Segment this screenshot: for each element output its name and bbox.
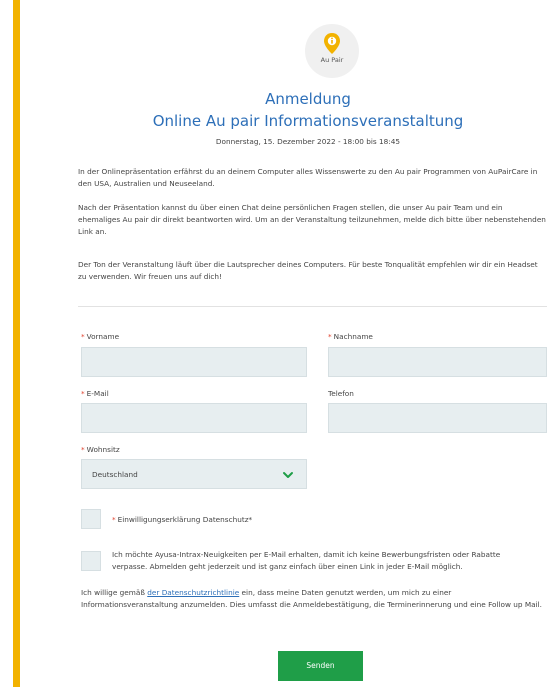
vorname-label: * Vorname	[81, 332, 120, 341]
accent-bar	[13, 0, 20, 687]
nachname-field[interactable]	[328, 347, 547, 377]
vorname-field[interactable]	[81, 347, 307, 377]
required-mark: *	[328, 332, 332, 341]
intro-paragraph-2: Nach der Präsentation kannst du über ein…	[78, 203, 546, 236]
nachname-label: * Nachname	[328, 332, 373, 341]
required-mark: *	[81, 445, 85, 454]
privacy-checkbox[interactable]	[81, 509, 101, 529]
consent-text: Ich willige gemäß der Datenschutzrichtli…	[81, 588, 543, 609]
divider	[78, 306, 547, 307]
page-title: Anmeldung	[265, 90, 351, 108]
wohnsitz-select[interactable]: Deutschland	[81, 459, 307, 489]
event-date: Donnerstag, 15. Dezember 2022 - 18:00 bi…	[215, 137, 401, 146]
au-pair-badge: Au Pair	[305, 24, 359, 78]
submit-button[interactable]: Senden	[278, 651, 363, 681]
badge-label: Au Pair	[320, 56, 344, 64]
email-field[interactable]	[81, 403, 307, 433]
telefon-label: Telefon	[328, 389, 354, 398]
privacy-policy-link[interactable]: der Datenschutzrichtlinie	[147, 588, 239, 597]
intro-paragraph-1: In der Onlinepräsentation erfährst du an…	[78, 167, 538, 188]
location-pin-info-icon	[324, 33, 340, 54]
required-mark: *	[81, 389, 85, 398]
newsletter-checkbox-label: Ich möchte Ayusa-Intrax-Neuigkeiten per …	[112, 550, 501, 571]
chevron-down-icon	[283, 472, 293, 478]
required-mark: *	[81, 332, 85, 341]
intro-paragraph-3: Der Ton der Veranstaltung läuft über die…	[78, 260, 538, 281]
privacy-checkbox-label: * Einwilligungserklärung Datenschutz*	[112, 515, 253, 524]
registration-page: Au Pair Anmeldung Online Au pair Informa…	[78, 0, 547, 687]
required-mark: *	[112, 515, 116, 524]
wohnsitz-label: * Wohnsitz	[81, 445, 120, 454]
email-label: * E-Mail	[81, 389, 109, 398]
event-title: Online Au pair Informationsveranstaltung	[152, 112, 464, 130]
wohnsitz-value: Deutschland	[92, 470, 138, 479]
telefon-field[interactable]	[328, 403, 547, 433]
newsletter-checkbox[interactable]	[81, 551, 101, 571]
